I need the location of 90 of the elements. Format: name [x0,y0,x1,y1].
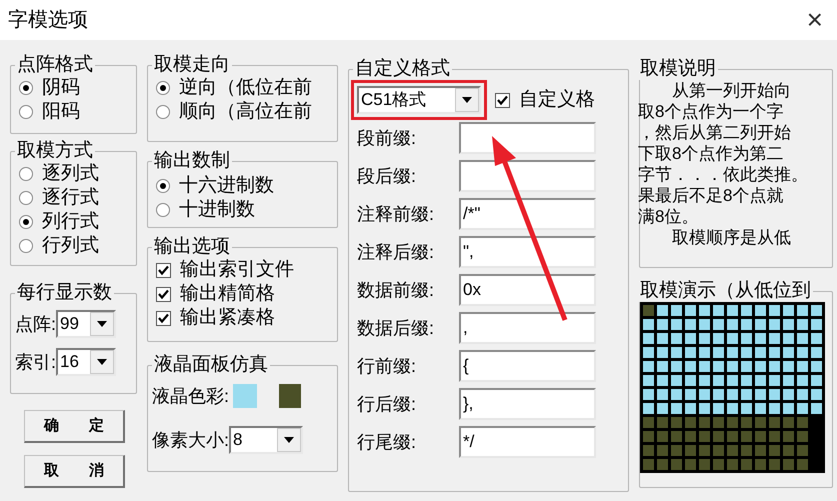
group-title: 输出数制 [153,150,231,172]
field-label: 液晶色彩: [152,384,230,408]
group-title: 输出选项 [153,236,231,258]
field-label: 数据前缀: [357,278,436,302]
radio-label: 逐行式 [42,186,99,210]
radio-label: 逐列式 [42,162,99,186]
group-title: 取模走向 [153,54,231,76]
input-field[interactable]: */ [459,426,596,458]
checkmark-icon [497,94,508,106]
description-text: 取模顺序是从低 [671,227,792,248]
pixel-size-dropdown[interactable]: 8 [229,426,304,454]
checkbox[interactable] [156,310,171,326]
radio-button[interactable] [19,105,33,119]
field-label: 行后缀: [357,392,418,416]
input-field[interactable]: 0x [459,274,596,306]
checkbox-label: 自定义格 [519,88,595,112]
radio-button[interactable] [156,203,170,217]
field-label: 注释前缀: [357,202,436,226]
close-button[interactable]: × [806,6,823,34]
group-title: 点阵格式 [16,54,94,76]
color-swatch[interactable] [233,384,258,408]
caret-icon [284,437,294,443]
radio-button[interactable] [156,105,170,119]
input-field[interactable]: , [459,312,596,344]
radio-label: 顺向（高位在前 [179,100,312,124]
checkbox[interactable] [495,92,510,108]
number-dropdown[interactable]: 16 [56,348,116,376]
window-title: 字模选项 [8,8,88,33]
radio-button[interactable] [156,81,170,95]
dialog-button[interactable]: 确 定 [24,410,125,443]
checkbox-label: 输出精简格 [180,282,275,306]
dropdown-button[interactable] [90,350,114,374]
description-text: 下取8个点作为第二 [638,143,784,164]
description-text: ，然后从第二列开始 [638,122,792,143]
input-field[interactable] [459,122,596,154]
radio-button[interactable] [19,215,33,229]
field-label: 注释后缀: [357,240,436,264]
input-field[interactable]: }, [459,388,596,420]
field-label: 行尾缀: [357,430,418,454]
radio-label: 行列式 [42,234,99,258]
radio-button[interactable] [19,81,33,95]
field-label: 索引: [15,350,56,374]
description-text: 取8个点作为一个字 [638,101,784,122]
radio-label: 阳码 [42,100,80,124]
checkmark-icon [158,264,169,276]
radio-button[interactable] [19,191,33,205]
radio-button[interactable] [19,239,33,253]
input-field[interactable]: ", [459,236,596,268]
checkmark-icon [158,312,169,324]
group-title: 取模方式 [16,140,94,162]
input-field[interactable]: { [459,350,596,382]
caret-icon [462,97,472,103]
radio-label: 阴码 [42,76,80,100]
radio-button[interactable] [156,179,170,193]
checkmark-icon [158,288,169,300]
dialog-button[interactable]: 取 消 [24,455,125,488]
field-label: 段后缀: [357,164,418,188]
number-dropdown[interactable]: 99 [56,310,116,338]
group-title: 自定义格式 [354,58,451,80]
field-label: 数据后缀: [357,316,436,340]
dropdown-button[interactable] [90,312,114,336]
caret-icon [97,359,108,365]
group-title: 取模演示（从低位到 [639,280,812,302]
checkbox-label: 输出紧凑格 [180,306,275,330]
field-label: 行前缀: [357,354,418,378]
color-swatch[interactable] [279,384,302,408]
dropdown-button[interactable] [277,428,302,452]
input-field[interactable]: /*" [459,198,596,230]
radio-label: 逆向（低位在前 [179,76,312,100]
checkbox-label: 输出索引文件 [180,258,294,282]
radio-label: 列行式 [42,210,99,234]
input-field[interactable] [459,160,596,192]
description-text: 从第一列开始向 [671,80,792,101]
radio-button[interactable] [19,167,33,181]
field-label: 点阵: [15,312,56,336]
field-label: 像素大小: [152,428,230,452]
format-dropdown[interactable]: C51格式 [357,86,481,114]
description-text: 满8位。 [638,206,700,227]
checkbox[interactable] [156,262,171,278]
field-label: 段前缀: [357,126,418,150]
dropdown-button[interactable] [455,88,479,112]
group-title: 液晶面板仿真 [153,354,269,376]
radio-label: 十进制数 [179,198,255,222]
radio-label: 十六进制数 [179,174,274,198]
group-title: 每行显示数 [16,282,113,304]
description-text: 果最后不足8个点就 [638,185,784,206]
checkbox[interactable] [156,286,171,302]
description-text: 字节．．．依此类推。 [638,164,809,185]
caret-icon [97,321,108,327]
group-title: 取模说明 [639,58,717,80]
